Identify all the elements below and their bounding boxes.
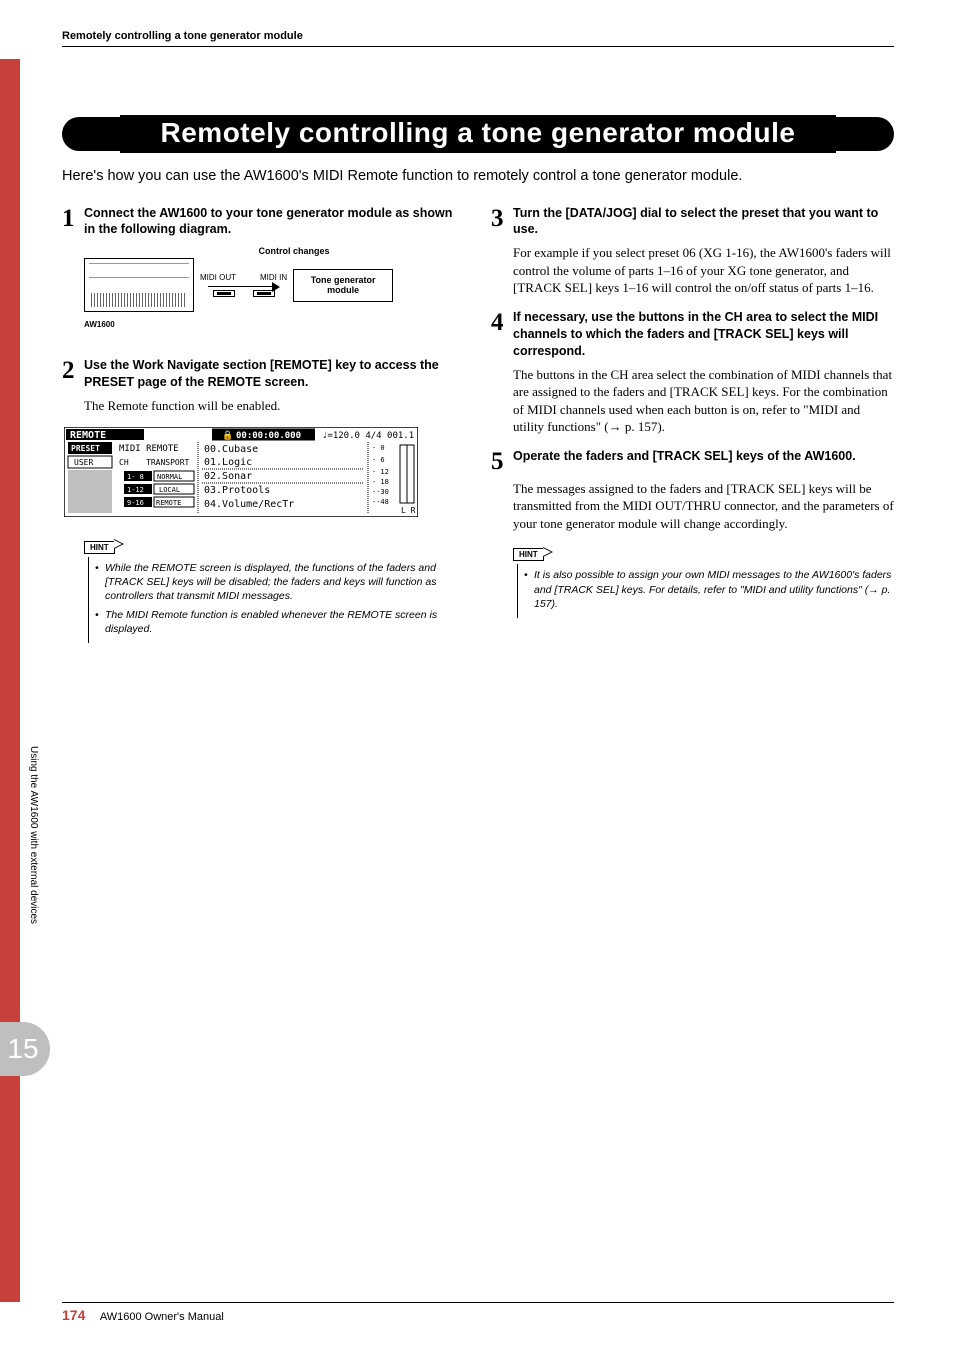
- svg-text:NORMAL: NORMAL: [157, 473, 182, 481]
- hint-label: HINT: [84, 541, 115, 554]
- section-title: Remotely controlling a tone generator mo…: [120, 115, 836, 153]
- hint-block: HINT It is also possible to assign your …: [513, 544, 894, 618]
- svg-text:USER: USER: [74, 458, 93, 467]
- svg-text:L R: L R: [401, 506, 416, 515]
- diagram-cc-label: Control changes: [214, 246, 374, 256]
- intro-paragraph: Here's how you can use the AW1600's MIDI…: [62, 167, 894, 187]
- step-body: For example if you select preset 06 (XG …: [513, 244, 894, 297]
- page-number: 174: [62, 1307, 85, 1323]
- arrow-right-icon: [543, 547, 553, 557]
- svg-text:♩=120.0 4/4 001.1: ♩=120.0 4/4 001.1: [322, 431, 414, 441]
- page-footer: 174 AW1600 Owner's Manual: [62, 1302, 894, 1323]
- step-heading: Use the Work Navigate section [REMOTE] k…: [84, 357, 465, 391]
- hint-block: HINT While the REMOTE screen is displaye…: [84, 537, 465, 644]
- step-heading: Turn the [DATA/JOG] dial to select the p…: [513, 205, 894, 239]
- running-head: Remotely controlling a tone generator mo…: [62, 30, 894, 47]
- step-4: 4 If necessary, use the buttons in the C…: [491, 309, 894, 360]
- svg-text:02.Sonar: 02.Sonar: [204, 471, 252, 482]
- svg-text:04.Volume/RecTr: 04.Volume/RecTr: [204, 499, 294, 510]
- diagram-midi-in-label: MIDI IN: [260, 273, 287, 282]
- hint-label: HINT: [513, 548, 544, 561]
- svg-text:03.Protools: 03.Protools: [204, 485, 270, 496]
- step-heading: If necessary, use the buttons in the CH …: [513, 309, 894, 360]
- step-body: The Remote function will be enabled.: [84, 397, 465, 415]
- svg-text:PRESET: PRESET: [71, 444, 100, 453]
- step-heading: Operate the faders and [TRACK SEL] keys …: [513, 448, 856, 474]
- step-body: The messages assigned to the faders and …: [513, 480, 894, 533]
- svg-text:- 6: - 6: [372, 456, 385, 464]
- step-heading: Connect the AW1600 to your tone generato…: [84, 205, 465, 239]
- step-2: 2 Use the Work Navigate section [REMOTE]…: [62, 357, 465, 391]
- svg-text:1- 8: 1- 8: [127, 473, 144, 481]
- svg-text:- 12: - 12: [372, 468, 389, 476]
- remote-screen-screenshot: REMOTE 🔒 00:00:00.000 ♩=120.0 4/4 001.1 …: [64, 427, 418, 517]
- svg-text:CH: CH: [119, 458, 129, 467]
- hint-item: While the REMOTE screen is displayed, th…: [95, 561, 465, 604]
- svg-text:MIDI REMOTE: MIDI REMOTE: [119, 444, 179, 454]
- hint-item: The MIDI Remote function is enabled when…: [95, 608, 465, 636]
- svg-text:1-12: 1-12: [127, 486, 144, 494]
- step-5: 5 Operate the faders and [TRACK SEL] key…: [491, 448, 894, 474]
- svg-text:00:00:00.000: 00:00:00.000: [236, 431, 301, 441]
- svg-text:01.Logic: 01.Logic: [204, 457, 252, 468]
- step-1: 1 Connect the AW1600 to your tone genera…: [62, 205, 465, 239]
- step-number: 4: [491, 309, 513, 360]
- hint-item: It is also possible to assign your own M…: [524, 568, 894, 611]
- svg-text:--30: --30: [372, 488, 389, 496]
- svg-text:9-16: 9-16: [127, 499, 144, 507]
- arrow-right-icon: [114, 539, 124, 549]
- connection-diagram: Control changes MIDI OUT MIDI IN: [84, 246, 465, 312]
- step-3: 3 Turn the [DATA/JOG] dial to select the…: [491, 205, 894, 239]
- svg-text:TRANSPORT: TRANSPORT: [146, 458, 190, 467]
- side-tab: Using the AW1600 with external devices 1…: [28, 746, 46, 1076]
- diagram-tone-module-box: Tone generator module: [293, 269, 393, 303]
- svg-text:- 0: - 0: [372, 444, 385, 452]
- svg-text:LOCAL: LOCAL: [159, 486, 180, 494]
- step-body: The buttons in the CH area select the co…: [513, 366, 894, 436]
- svg-text:- 18: - 18: [372, 478, 389, 486]
- diagram-midi-out-label: MIDI OUT: [200, 273, 236, 282]
- side-chapter-label: Using the AW1600 with external devices: [28, 746, 39, 996]
- step-number: 5: [491, 448, 513, 474]
- section-title-bar: Remotely controlling a tone generator mo…: [62, 115, 894, 153]
- step-number: 3: [491, 205, 513, 239]
- step-number: 2: [62, 357, 84, 391]
- svg-text:00.Cubase: 00.Cubase: [204, 444, 258, 455]
- svg-text:REMOTE: REMOTE: [70, 430, 106, 441]
- connector-icon: [213, 290, 235, 297]
- side-chapter-number: 15: [7, 1033, 38, 1065]
- diagram-aw1600-box: [84, 258, 194, 312]
- diagram-device-label: AW1600: [84, 320, 465, 329]
- side-chapter-badge: 15: [0, 1022, 50, 1076]
- step-number: 1: [62, 205, 84, 239]
- svg-text:REMOTE: REMOTE: [156, 499, 181, 507]
- manual-title: AW1600 Owner's Manual: [100, 1311, 224, 1323]
- connector-icon: [253, 290, 275, 297]
- svg-text:🔒: 🔒: [222, 430, 233, 441]
- red-sidebar: [0, 59, 20, 1302]
- svg-text:--48: --48: [372, 498, 389, 506]
